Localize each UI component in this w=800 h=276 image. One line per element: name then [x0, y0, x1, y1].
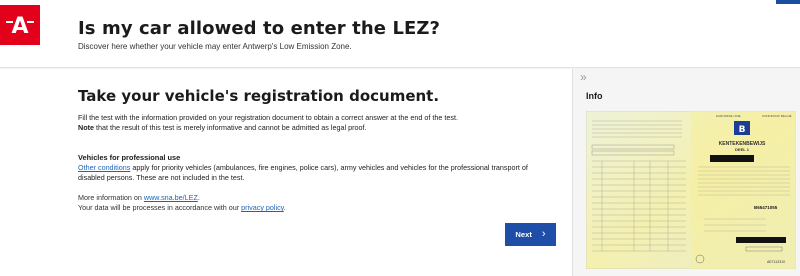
privacy-line: Your data will be processes in accordanc…	[78, 203, 548, 213]
sna-link[interactable]: www.sna.be/LEZ	[144, 193, 198, 202]
page-header: A Is my car allowed to enter the LEZ? Di…	[0, 0, 800, 68]
svg-text:A: A	[11, 14, 28, 39]
svg-text:EUROPESE UNIE: EUROPESE UNIE	[716, 114, 741, 118]
chevron-right-icon: ›	[541, 228, 546, 240]
more-info-line: More information on www.sna.be/LEZ.	[78, 193, 548, 203]
intro-line: Fill the test with the information provi…	[78, 113, 458, 122]
privacy-prefix: Your data will be processes in accordanc…	[78, 203, 242, 212]
professional-use-text: Other conditions apply for priority vehi…	[78, 163, 548, 183]
header-accent-bar	[776, 0, 800, 4]
page-title: Is my car allowed to enter the LEZ?	[78, 18, 441, 39]
registration-document-image: EUROPESE UNIE KONINKRIJK BELGIË B KENTEK…	[586, 111, 796, 269]
step-title: Take your vehicle's registration documen…	[78, 87, 440, 105]
more-info-prefix: More information on	[78, 193, 144, 202]
page-subtitle: Discover here whether your vehicle may e…	[78, 42, 352, 51]
note-text: that the result of this test is merely i…	[93, 123, 367, 132]
svg-text:AE7112310: AE7112310	[767, 260, 785, 264]
next-button-label: Next	[515, 230, 532, 239]
double-chevron-right-icon[interactable]: »	[580, 71, 594, 85]
intro-text: Fill the test with the information provi…	[78, 113, 538, 133]
more-info-suffix: .	[197, 193, 200, 202]
svg-text:B: B	[739, 125, 746, 135]
svg-text:DEEL 1: DEEL 1	[735, 147, 750, 152]
privacy-policy-link[interactable]: privacy policy	[241, 203, 284, 212]
other-conditions-link[interactable]: Other conditions	[78, 163, 130, 172]
svg-text:KONINKRIJK BELGIË: KONINKRIJK BELGIË	[762, 114, 792, 118]
more-info: More information on www.sna.be/LEZ. Your…	[78, 193, 548, 213]
svg-text:B65471055: B65471055	[754, 205, 778, 210]
info-sidebar: » Info EUROPESE UNIE KONINKRIJK BELGIË B…	[572, 69, 800, 276]
professional-use-description: apply for priority vehicles (ambulances,…	[78, 163, 528, 182]
professional-use-heading: Vehicles for professional use	[78, 153, 181, 162]
next-button[interactable]: Next ›	[505, 223, 556, 246]
privacy-suffix: .	[283, 203, 286, 212]
info-heading: Info	[586, 91, 603, 101]
antwerp-logo-icon: A	[6, 14, 34, 39]
antwerp-logo[interactable]: A	[0, 5, 40, 45]
note-label: Note	[78, 123, 94, 132]
main-content: Take your vehicle's registration documen…	[0, 69, 572, 276]
